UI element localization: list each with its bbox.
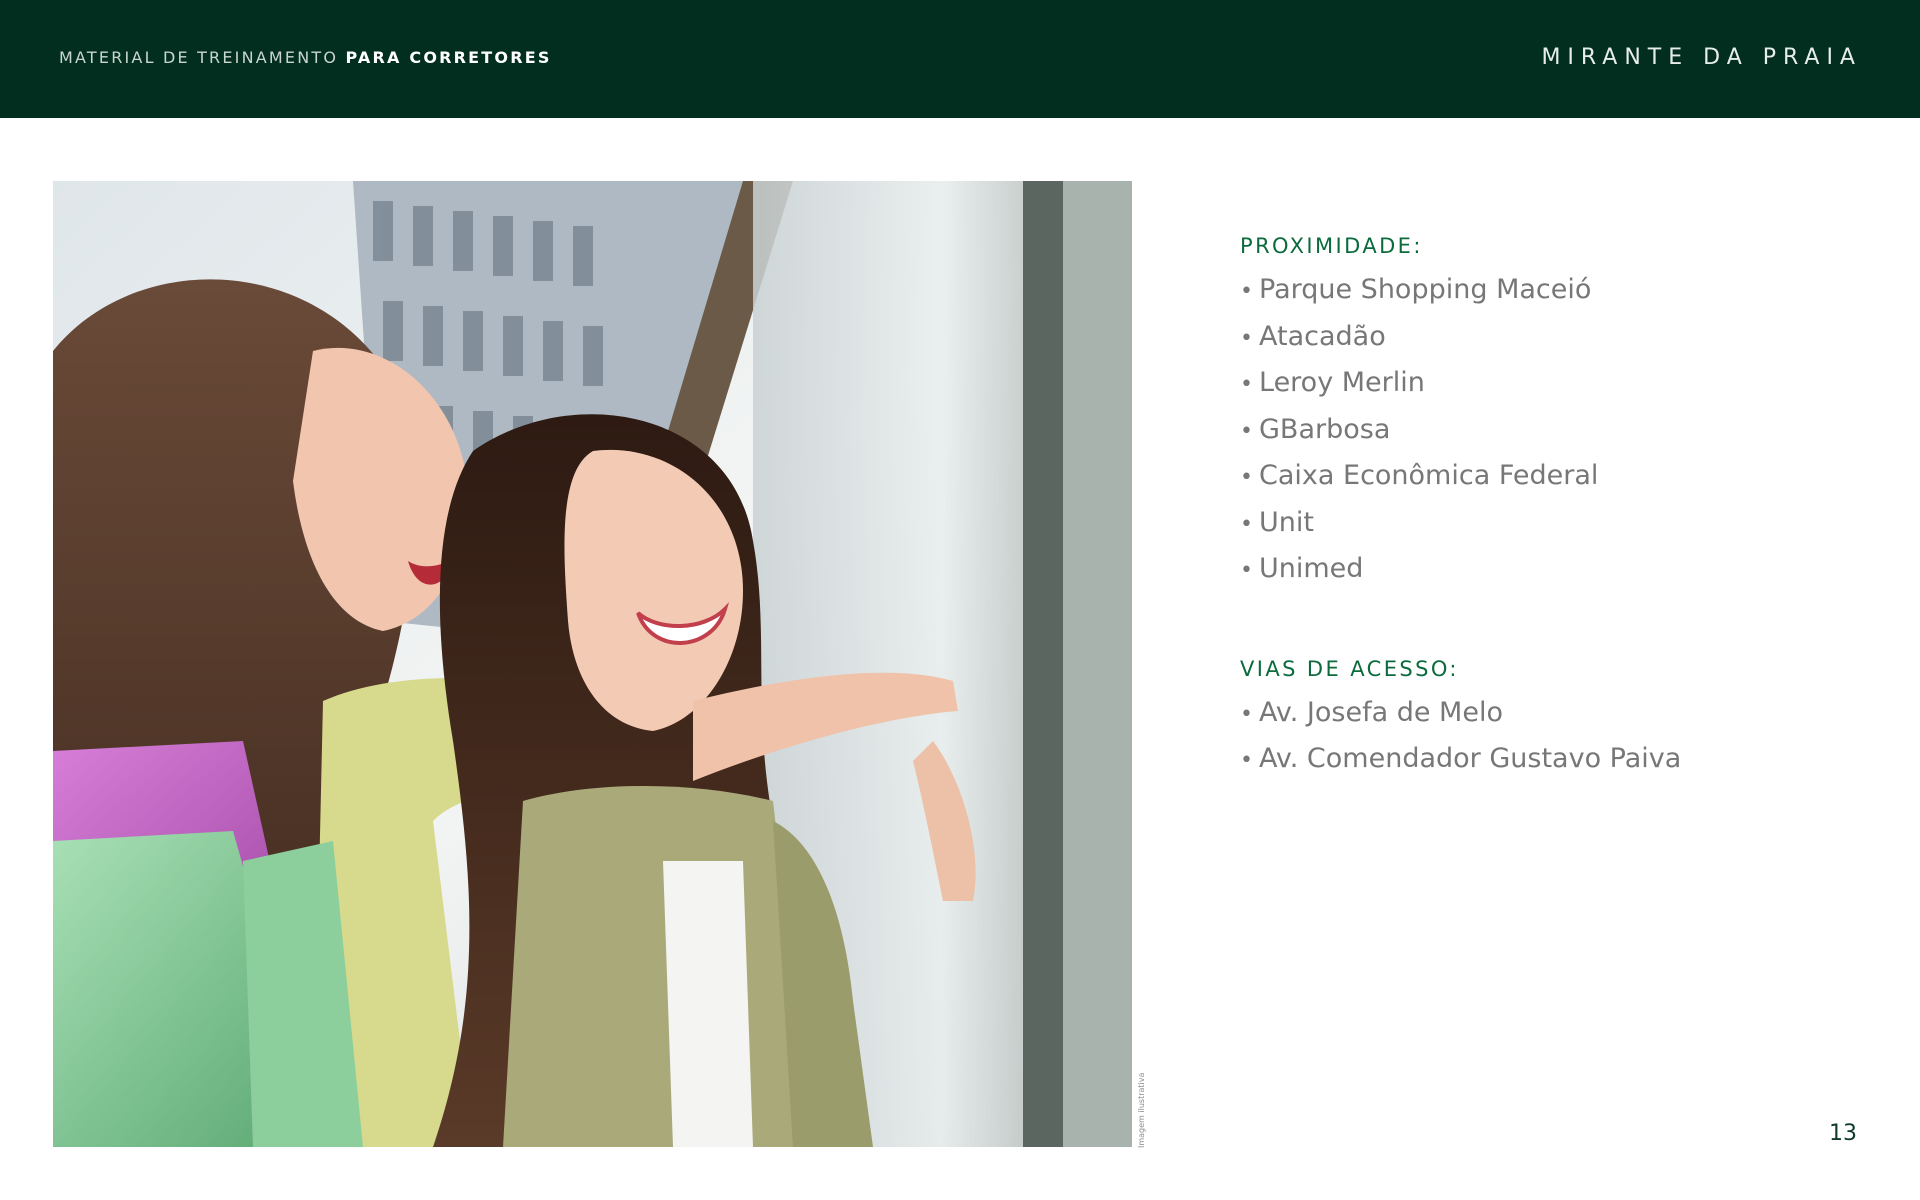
bullet-icon: • <box>1240 325 1253 351</box>
illustrative-photo <box>53 181 1132 1147</box>
project-title: MIRANTE DA PRAIA <box>1541 45 1862 70</box>
proximity-list: • Parque Shopping Maceió • Atacadão • Leroy… <box>1240 267 1840 593</box>
bullet-icon: • <box>1240 418 1253 444</box>
list-item: • Unit <box>1240 500 1840 547</box>
list-item-label: Av. Comendador Gustavo Paiva <box>1259 743 1682 774</box>
bullet-icon: • <box>1240 701 1253 727</box>
bullet-icon: • <box>1240 748 1253 773</box>
info-column: PROXIMIDADE: • Parque Shopping Maceió • At… <box>1240 234 1840 783</box>
header-subtitle-bold: PARA CORRETORES <box>345 48 552 67</box>
bullet-icon: • <box>1240 279 1253 304</box>
list-item: • GBarbosa <box>1240 407 1840 454</box>
bullet-icon: • <box>1240 465 1253 490</box>
bullet-icon: • <box>1240 558 1253 583</box>
list-item-label: Parque Shopping Maceió <box>1259 274 1592 305</box>
list-item-label: Leroy Merlin <box>1259 367 1425 398</box>
proximity-title: PROXIMIDADE: <box>1240 234 1423 258</box>
list-item-label: Caixa Econômica Federal <box>1259 460 1599 491</box>
list-item-label: GBarbosa <box>1259 413 1391 445</box>
access-title: VIAS DE ACESSO: <box>1240 656 1459 681</box>
header-subtitle: MATERIAL DE TREINAMENTO PARA CORRETORES <box>59 48 552 67</box>
page-number: 13 <box>1829 1121 1857 1146</box>
list-item: • Leroy Merlin <box>1240 360 1840 407</box>
bullet-icon: • <box>1240 511 1253 537</box>
photo-illustration <box>53 181 1132 1147</box>
access-list: • Av. Josefa de Melo • Av. Comendador Gust… <box>1240 690 1840 783</box>
list-item: • Parque Shopping Maceió <box>1240 267 1840 314</box>
list-item: • Unimed <box>1240 546 1840 593</box>
list-item: • Av. Comendador Gustavo Paiva <box>1240 736 1840 783</box>
list-item: • Caixa Econômica Federal <box>1240 453 1840 500</box>
list-item-label: Unimed <box>1259 553 1364 584</box>
bullet-icon: • <box>1240 372 1253 397</box>
list-item: • Atacadão <box>1240 314 1840 361</box>
header-subtitle-prefix: MATERIAL DE TREINAMENTO <box>59 48 339 67</box>
photo-caption: Imagem ilustrativa <box>1137 1072 1146 1148</box>
header-bar: MATERIAL DE TREINAMENTO PARA CORRETORES … <box>0 0 1920 118</box>
list-item-label: Atacadão <box>1259 320 1386 352</box>
list-item-label: Unit <box>1259 506 1314 538</box>
list-item-label: Av. Josefa de Melo <box>1259 696 1503 728</box>
list-item: • Av. Josefa de Melo <box>1240 690 1840 737</box>
